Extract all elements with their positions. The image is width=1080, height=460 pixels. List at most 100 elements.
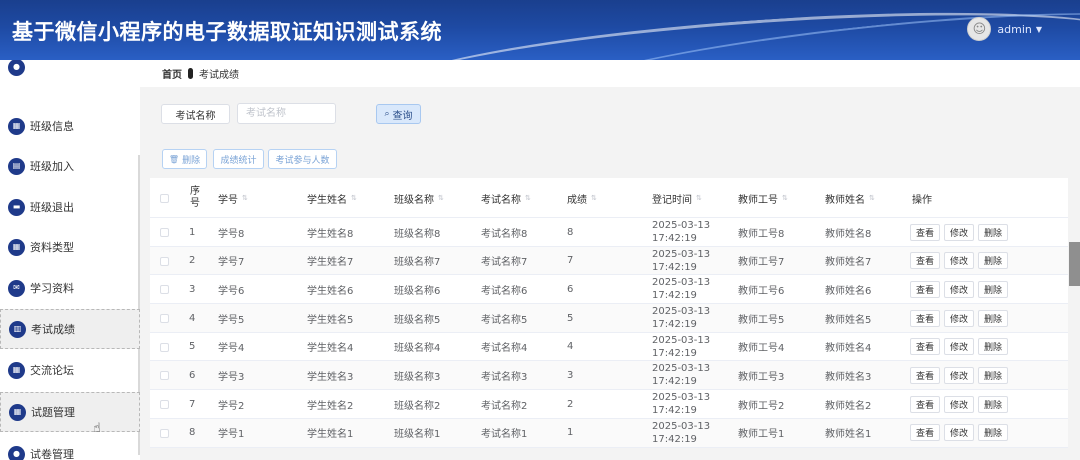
top-header: 基于微信小程序的电子数据取证知识测试系统 ☺ admin ▼ xyxy=(0,0,1080,60)
cell-exam-name: 考试名称4 xyxy=(481,343,528,355)
breadcrumb-home[interactable]: 首页 xyxy=(162,66,182,81)
sort-icon[interactable]: ⇅ xyxy=(591,194,597,202)
header-exam-name-label: 考试名称 xyxy=(481,194,521,206)
header-class-name[interactable]: 班级名称 ⇅ xyxy=(394,178,444,218)
row-checkbox[interactable] xyxy=(160,228,169,237)
table-body: 1 学号8 学生姓名8 班级名称8 考试名称8 8 2025-03-13 17:42:19 教… xyxy=(150,218,1068,448)
row-actions: 查看 修改 删除 xyxy=(910,333,1012,361)
header-exam-name[interactable]: 考试名称 ⇅ xyxy=(481,178,531,218)
row-checkbox[interactable] xyxy=(160,256,169,266)
sidebar-item-1[interactable]: ▦ 班级信息 xyxy=(0,106,140,146)
user-menu[interactable]: ☺ admin ▼ xyxy=(967,17,1042,41)
username-label[interactable]: admin xyxy=(997,23,1031,36)
edit-button[interactable]: 修改 xyxy=(944,395,975,413)
breadcrumb: 首页 考试成绩 xyxy=(140,60,1080,87)
header-teacher-no[interactable]: 教师工号 ⇅ xyxy=(738,178,788,218)
search-icon: ⌕ xyxy=(384,109,390,119)
edit-button[interactable]: 修改 xyxy=(944,338,975,356)
view-button[interactable]: 查看 xyxy=(910,424,941,442)
sort-icon[interactable]: ⇅ xyxy=(869,194,875,202)
edit-button[interactable]: 修改 xyxy=(944,366,975,384)
sidebar-item-9[interactable]: ● 试卷管理 xyxy=(0,434,140,460)
row-checkbox[interactable] xyxy=(160,400,169,410)
cell-reg-time: 2025-03-13 17:42:19 xyxy=(652,420,711,445)
sidebar-item-label: 资料类型 xyxy=(30,241,74,254)
sidebar-item-label: 试卷管理 xyxy=(30,448,74,460)
delete-button[interactable]: 删除 xyxy=(978,424,1009,442)
exam-participants-button[interactable]: 考试参与人数 xyxy=(268,149,337,169)
delete-button[interactable]: 删除 xyxy=(978,366,1009,384)
view-button[interactable]: 查看 xyxy=(910,338,941,356)
cell-teacher-no: 教师工号2 xyxy=(738,400,785,412)
delete-button[interactable]: 删除 xyxy=(978,252,1009,270)
sort-icon[interactable]: ⇅ xyxy=(696,194,702,202)
delete-button[interactable]: 删除 xyxy=(978,338,1009,356)
table-row: 6 学号3 学生姓名3 班级名称3 考试名称3 3 2025-03-13 17:42:19 教… xyxy=(150,361,1068,391)
chevron-down-icon[interactable]: ▼ xyxy=(1036,25,1042,34)
view-button[interactable]: 查看 xyxy=(910,280,941,298)
select-all-checkbox[interactable] xyxy=(160,194,169,203)
cell-index: 3 xyxy=(189,283,196,295)
sort-icon[interactable]: ⇅ xyxy=(438,194,444,202)
scores-table: 序号 学号 ⇅ 学生姓名 ⇅ 班级名称 ⇅ 考试名称 ⇅ 成绩 ⇅ 登记时间 ⇅ 教师工号 ⇅… xyxy=(150,178,1068,448)
sort-icon[interactable]: ⇅ xyxy=(525,194,531,202)
score-stats-button[interactable]: 成绩统计 xyxy=(213,149,264,169)
sidebar-item-4[interactable]: ▦ 资料类型 xyxy=(0,227,140,267)
cell-exam-name: 考试名称1 xyxy=(481,429,528,441)
sidebar-item-8[interactable]: ▦ 试题管理 xyxy=(0,392,140,432)
sidebar-item-3[interactable]: ▬ 班级退出 xyxy=(0,187,140,227)
cell-teacher-name: 教师姓名6 xyxy=(825,285,872,297)
header-student-name[interactable]: 学生姓名 ⇅ xyxy=(307,178,357,218)
edit-button[interactable]: 修改 xyxy=(944,309,975,327)
query-button[interactable]: ⌕ 查询 xyxy=(376,104,421,124)
header-teacher-name[interactable]: 教师姓名 ⇅ xyxy=(825,178,875,218)
row-checkbox[interactable] xyxy=(160,428,169,438)
sidebar-item-5[interactable]: ✉ 学习资料 xyxy=(0,268,140,308)
sidebar-item-7[interactable]: ▦ 交流论坛 xyxy=(0,350,140,390)
trash-icon: 🗑︎ xyxy=(168,154,180,164)
cell-reg-time: 2025-03-13 17:42:19 xyxy=(652,306,711,331)
sort-icon[interactable]: ⇅ xyxy=(242,194,248,202)
header-reg-time-label: 登记时间 xyxy=(652,194,692,206)
exam-name-search-input[interactable] xyxy=(237,103,336,124)
sort-icon[interactable]: ⇅ xyxy=(782,194,788,202)
page-scrollbar-thumb[interactable] xyxy=(1069,242,1080,286)
table-header: 序号 学号 ⇅ 学生姓名 ⇅ 班级名称 ⇅ 考试名称 ⇅ 成绩 ⇅ 登记时间 ⇅ 教师工号 ⇅… xyxy=(150,178,1068,218)
user-icon: ● xyxy=(8,445,25,460)
sidebar-item-2[interactable]: ▤ 班级加入 xyxy=(0,146,140,186)
delete-button[interactable]: 删除 xyxy=(978,309,1009,327)
view-button[interactable]: 查看 xyxy=(910,252,941,270)
sidebar-item-6[interactable]: ▥ 考试成绩 xyxy=(0,309,140,349)
view-button[interactable]: 查看 xyxy=(910,309,941,327)
edit-button[interactable]: 修改 xyxy=(944,424,975,442)
view-button[interactable]: 查看 xyxy=(910,223,941,241)
cell-reg-time: 2025-03-13 17:42:19 xyxy=(652,248,711,273)
header-student-no[interactable]: 学号 ⇅ xyxy=(218,178,248,218)
row-checkbox[interactable] xyxy=(160,285,169,295)
cell-score: 1 xyxy=(567,427,574,439)
mouse-cursor-icon: ☝ xyxy=(93,421,101,436)
avatar[interactable]: ☺ xyxy=(967,17,992,41)
row-checkbox[interactable] xyxy=(160,371,169,381)
edit-button[interactable]: 修改 xyxy=(944,252,975,270)
header-score[interactable]: 成绩 ⇅ xyxy=(567,178,597,218)
cell-index: 5 xyxy=(189,341,196,353)
delete-selected-button[interactable]: 🗑︎ 删除 xyxy=(162,149,207,169)
sidebar-item-0[interactable]: ● xyxy=(0,60,140,87)
clipboard-icon: ▥ xyxy=(9,320,26,338)
view-button[interactable]: 查看 xyxy=(910,366,941,384)
edit-button[interactable]: 修改 xyxy=(944,280,975,298)
grid-icon: ▦ xyxy=(8,361,25,379)
row-checkbox[interactable] xyxy=(160,342,169,352)
row-checkbox[interactable] xyxy=(160,314,169,324)
edit-button[interactable]: 修改 xyxy=(944,223,975,241)
delete-button[interactable]: 删除 xyxy=(978,395,1009,413)
cell-teacher-name: 教师姓名8 xyxy=(825,228,872,240)
delete-button[interactable]: 删除 xyxy=(978,223,1009,241)
table-row: 2 学号7 学生姓名7 班级名称7 考试名称7 7 2025-03-13 17:42:19 教… xyxy=(150,246,1068,276)
sort-icon[interactable]: ⇅ xyxy=(351,194,357,202)
header-reg-time[interactable]: 登记时间 ⇅ xyxy=(652,178,702,218)
monitor-icon: ▬ xyxy=(8,198,25,216)
view-button[interactable]: 查看 xyxy=(910,395,941,413)
delete-button[interactable]: 删除 xyxy=(978,280,1009,298)
